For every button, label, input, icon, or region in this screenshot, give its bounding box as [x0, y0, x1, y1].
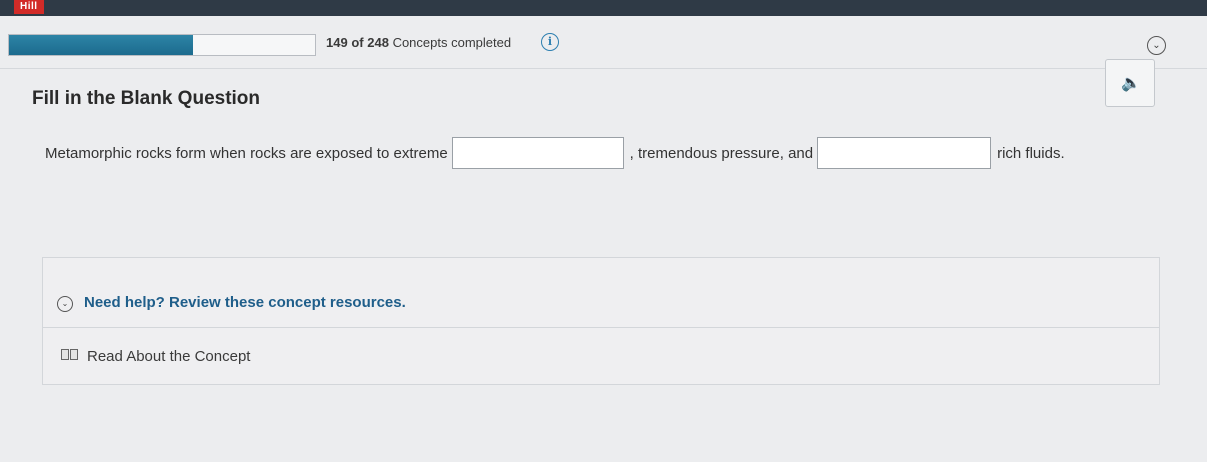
help-panel: ⌄ Need help? Review these concept resour…	[42, 257, 1160, 385]
progress-completed-count: 149	[326, 35, 348, 50]
sentence-part-1: Metamorphic rocks form when rocks are ex…	[45, 144, 448, 162]
read-aloud-button[interactable]: 🔈	[1105, 59, 1155, 107]
help-header[interactable]: ⌄ Need help? Review these concept resour…	[43, 258, 1159, 328]
book-icon	[61, 349, 79, 362]
help-title[interactable]: Need help? Review these concept resource…	[84, 294, 406, 311]
info-icon[interactable]: i	[541, 33, 559, 51]
progress-bar	[8, 34, 316, 56]
speaker-icon: 🔈	[1121, 75, 1141, 92]
read-about-concept-link[interactable]: Read About the Concept	[61, 348, 250, 365]
question-sentence: Metamorphic rocks form when rocks are ex…	[45, 133, 1065, 173]
progress-label: Concepts completed	[392, 35, 512, 50]
top-bar: Hill	[0, 0, 1207, 16]
sentence-part-3: rich fluids.	[997, 144, 1065, 162]
progress-of-label: of	[351, 35, 364, 50]
resource-label[interactable]: Read About the Concept	[87, 348, 250, 365]
question-title: Fill in the Blank Question	[32, 88, 261, 109]
progress-total-count: 248	[367, 35, 389, 50]
app-logo: Hill	[14, 0, 44, 14]
progress-bar-fill	[9, 35, 193, 55]
sentence-part-2: , tremendous pressure, and	[629, 144, 814, 162]
chevron-down-circle-icon[interactable]: ⌄	[1147, 36, 1166, 55]
chevron-down-circle-icon[interactable]: ⌄	[57, 296, 73, 312]
progress-row: 149 of 248 Concepts completed i ⌄	[0, 18, 1207, 69]
blank-input-1[interactable]	[451, 137, 624, 169]
blank-input-2[interactable]	[817, 137, 992, 169]
progress-text: 149 of 248 Concepts completed	[326, 35, 511, 50]
